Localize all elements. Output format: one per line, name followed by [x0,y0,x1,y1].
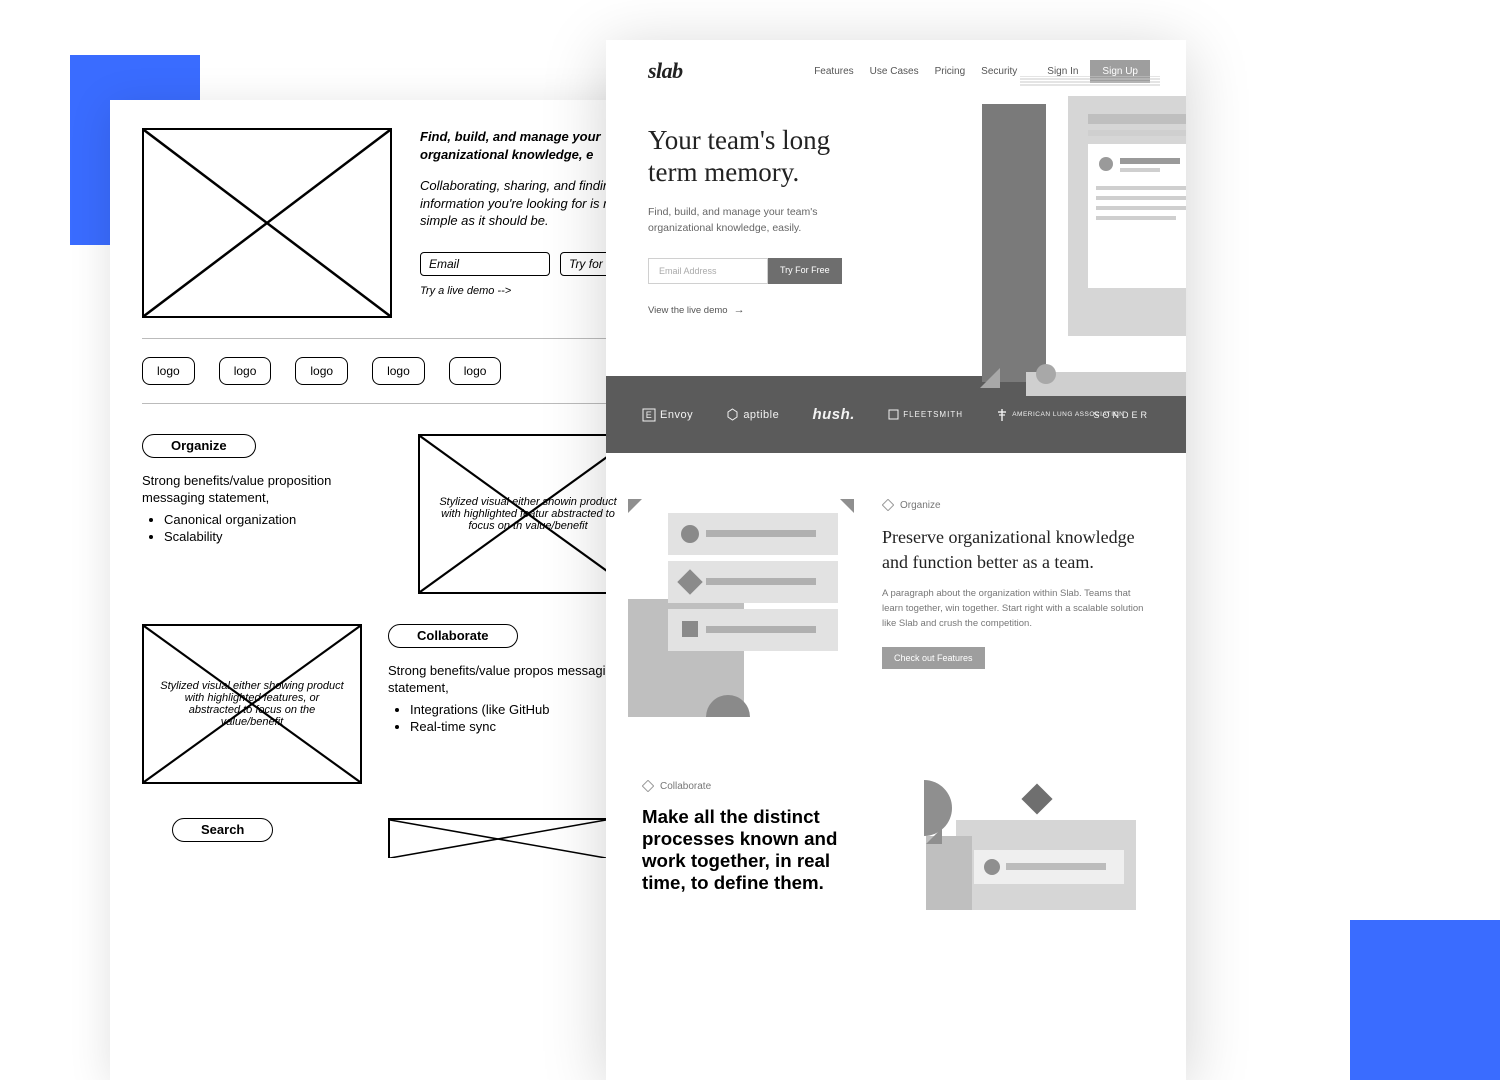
customer-ala: AMERICAN LUNG ASSOCIATION [996,408,1060,422]
collaborate-image-placeholder: Stylized visual either showing product w… [142,624,362,784]
hero-image-placeholder [142,128,392,318]
logo-row: logo logo logo logo logo [142,353,638,389]
organize-title: Preserve organizational knowledge and fu… [882,525,1150,574]
collaborate-title: Make all the distinct processes known an… [642,806,872,894]
hero-subtitle: Find, build, and manage your team's orga… [648,205,848,237]
organize-text: Organize Strong benefits/value propositi… [142,434,392,594]
primary-nav: Features Use Cases Pricing Security [814,66,1017,77]
organize-image-placeholder: Stylized visual either showin product wi… [418,434,638,594]
nav-features[interactable]: Features [814,66,853,77]
customer-sonder: SONDER [1093,410,1150,420]
customer-hush: hush. [812,406,855,423]
mockup-panel: slab Features Use Cases Pricing Security… [606,40,1186,1080]
organize-pill: Organize [142,434,256,458]
search-pill: Search [172,818,273,842]
diamond-icon [882,499,894,511]
nav-pricing[interactable]: Pricing [935,66,966,77]
try-free-button[interactable]: Try For Free [768,258,842,284]
organize-image-caption: Stylized visual either showin product wi… [436,496,620,532]
wireframe-panel: Find, build, and manage your organizatio… [110,100,670,1080]
email-input[interactable]: Email Address [648,258,768,284]
decoration-blue-bottom-right [1350,920,1500,1080]
collaborate-headline: Strong benefits/value propos messaging s… [388,662,638,697]
check-features-button[interactable]: Check out Features [882,647,985,669]
collaborate-pill: Collaborate [388,624,518,648]
search-image-placeholder [388,818,608,858]
brand-logo[interactable]: slab [648,58,683,84]
organize-bullet: Canonical organization [164,511,392,529]
collaborate-illustration [896,780,1136,915]
customer-envoy: E Envoy [642,408,693,422]
nav-use-cases[interactable]: Use Cases [870,66,919,77]
organize-headline: Strong benefits/value proposition messag… [142,472,392,507]
collaborate-image-caption: Stylized visual either showing product w… [160,680,344,728]
collaborate-bullet: Real-time sync [410,718,638,736]
organize-tag: Organize [882,499,1150,511]
nav-security[interactable]: Security [981,66,1017,77]
view-demo-label: View the live demo [648,305,728,316]
logo-placeholder: logo [372,357,425,385]
customer-aptible: aptible [726,408,779,421]
view-demo-link[interactable]: View the live demo → [648,304,878,316]
organize-bullet: Scalability [164,528,392,546]
collaborate-text: Collaborate Strong benefits/value propos… [388,624,638,784]
svg-text:E: E [646,410,653,420]
logo-placeholder: logo [142,357,195,385]
collaborate-bullet: Integrations (like GitHub [410,701,638,719]
diamond-icon [642,780,654,792]
email-input[interactable]: Email [420,252,550,276]
logo-placeholder: logo [449,357,502,385]
customer-fleetsmith: FLEETSMITH [888,409,963,420]
hero-illustration [960,76,1186,401]
organize-body: A paragraph about the organization withi… [882,586,1150,632]
divider [142,403,638,404]
arrow-right-icon: → [734,304,745,316]
collaborate-tag: Collaborate [642,780,872,792]
signin-link[interactable]: Sign In [1047,66,1078,77]
hero-title: Your team's long term memory. [648,124,878,189]
logo-placeholder: logo [295,357,348,385]
search-text: Search [142,818,362,858]
divider [142,338,638,339]
logo-placeholder: logo [219,357,272,385]
organize-illustration [628,499,858,734]
